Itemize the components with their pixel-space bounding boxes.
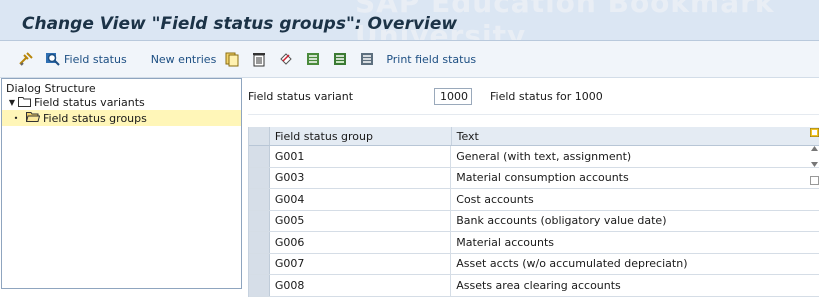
scroll-down-icon[interactable] [810,159,819,168]
variant-label: Field status variant [248,89,354,103]
row-selector[interactable] [249,167,270,188]
detail-area: Field status variant 1000 Field status f… [242,78,819,297]
page-title: Change View "Field status groups": Overv… [22,14,458,34]
group-cell[interactable]: G006 [269,232,452,253]
main-area: Dialog Structure ▼ Field status variants… [0,78,819,297]
folder-icon [18,96,31,110]
delete-icon[interactable] [251,51,267,67]
row-selector[interactable] [249,189,270,210]
deselect-all-icon[interactable] [359,51,375,67]
new-entries-label: New entries [150,52,217,66]
tree-item-field-status-groups[interactable]: • Field status groups [2,110,241,126]
bullet-icon: • [13,113,19,123]
select-block-icon[interactable] [332,51,348,67]
group-cell[interactable]: G003 [269,167,452,188]
table-header: Field status group Text [249,127,819,146]
dialog-structure-panel: Dialog Structure ▼ Field status variants… [1,78,242,289]
table-row[interactable]: G007 Asset accts (w/o accumulated deprec… [249,253,819,275]
field-status-button[interactable]: Field status [45,51,127,67]
table-row[interactable]: G003 Material consumption accounts [249,167,819,189]
scroll-up-icon[interactable] [810,143,819,152]
text-cell[interactable]: Asset accts (w/o accumulated depreciatn) [451,254,819,275]
variant-description: Field status for 1000 [490,89,603,103]
table-row[interactable]: G004 Cost accounts [249,189,819,211]
row-selector[interactable] [249,146,270,167]
text-cell[interactable]: Assets area clearing accounts [451,275,819,296]
table-row[interactable]: G008 Assets area clearing accounts [249,275,819,297]
variant-field: 1000 [434,87,472,105]
text-cell[interactable]: General (with text, assignment) [451,146,819,167]
dialog-structure-title: Dialog Structure [6,82,96,95]
row-selector[interactable] [249,253,270,274]
row-selector[interactable] [249,232,270,253]
open-folder-icon [25,111,41,125]
field-status-label: Field status [64,52,127,66]
dialog-structure: Dialog Structure ▼ Field status variants… [2,78,241,126]
text-cell[interactable]: Material accounts [451,232,819,253]
tree-item-label: Field status groups [43,111,147,125]
table-row[interactable]: G001 General (with text, assignment) [249,146,819,168]
select-all-icon[interactable] [305,51,321,67]
column-header-text[interactable]: Text [452,127,819,145]
row-selector[interactable] [249,210,270,231]
copy-as-icon[interactable] [224,51,240,67]
group-cell[interactable]: G007 [269,253,452,274]
row-selector[interactable] [249,275,270,296]
tree-item-label: Field status variants [34,96,145,109]
group-cell[interactable]: G004 [269,189,452,210]
text-cell[interactable]: Material consumption accounts [451,168,819,189]
select-all-cell[interactable] [249,127,270,145]
print-field-status-button[interactable]: Print field status [386,53,476,66]
tree-item-field-status-variants[interactable]: ▼ Field status variants [6,95,237,110]
group-cell[interactable]: G005 [269,210,452,231]
group-cell[interactable]: G008 [269,275,452,296]
field-status-groups-table: Field status group Text G001 General (wi… [248,127,819,297]
table-scrollbar[interactable] [809,127,819,289]
scroll-thumb[interactable] [810,175,819,185]
table-row[interactable]: G005 Bank accounts (obligatory value dat… [249,210,819,232]
text-cell[interactable]: Bank accounts (obligatory value date) [451,211,819,232]
application-toolbar: Field status New entries Print field sta… [0,41,819,78]
table-row[interactable]: G006 Material accounts [249,232,819,254]
title-bar: SAP Education Bookmark University Change… [0,0,819,41]
display-change-icon[interactable] [18,51,34,67]
undo-change-icon[interactable] [278,51,294,67]
group-cell[interactable]: G001 [269,146,452,167]
magnifier-icon [45,51,61,67]
variant-row: Field status variant 1000 Field status f… [248,78,819,115]
variant-value: 1000 [440,89,468,103]
column-header-group[interactable]: Field status group [270,127,452,145]
table-settings-icon[interactable] [809,127,819,138]
text-cell[interactable]: Cost accounts [451,189,819,210]
print-field-status-label: Print field status [386,52,477,66]
new-entries-button[interactable]: New entries [151,53,217,66]
expand-caret-icon[interactable]: ▼ [6,98,18,107]
